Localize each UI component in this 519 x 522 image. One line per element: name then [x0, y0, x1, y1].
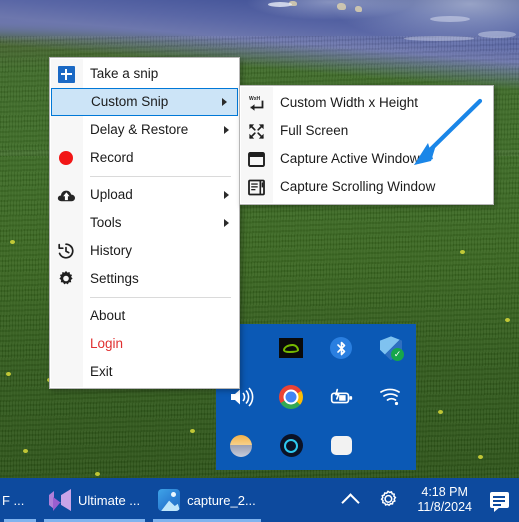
taskbar-button-label: Ultimate ... — [78, 492, 141, 508]
chevron-up-icon — [341, 493, 361, 512]
annotation-arrow — [414, 98, 483, 165]
cortana-icon[interactable] — [278, 433, 304, 459]
menu-separator — [90, 176, 231, 177]
flower — [460, 250, 465, 254]
flower — [505, 318, 510, 322]
history-clock-icon — [56, 241, 76, 261]
plus-square-icon — [56, 64, 76, 84]
ridge-rock — [355, 6, 362, 12]
scrolling-window-icon — [246, 177, 266, 197]
chevron-right-icon — [224, 219, 229, 227]
menu-item-label: Settings — [90, 271, 139, 287]
screen: ✓ Take a snip Custom Snip Delay & Restor… — [0, 0, 519, 522]
tray-settings-button[interactable] — [367, 478, 409, 522]
chevron-right-icon — [222, 98, 227, 106]
menu-item-tools[interactable]: Tools — [50, 209, 239, 237]
flower — [10, 240, 15, 244]
tray-context-menu[interactable]: Take a snip Custom Snip Delay & Restore … — [49, 57, 240, 389]
submenu-item-label: Full Screen — [280, 123, 349, 139]
menu-separator — [90, 297, 231, 298]
menu-item-label: History — [90, 243, 133, 259]
flower — [478, 455, 483, 459]
menu-item-label: Exit — [90, 364, 113, 380]
gear-icon — [56, 269, 76, 289]
white-app-icon[interactable] — [328, 433, 354, 459]
menu-item-label: Custom Snip — [91, 94, 169, 110]
battery-charging-icon[interactable] — [328, 384, 354, 410]
flower — [438, 410, 443, 414]
bluetooth-icon[interactable] — [328, 335, 354, 361]
wifi-icon[interactable] — [378, 384, 404, 410]
taskbar-button-label: capture_2... — [187, 492, 256, 508]
snow-patch — [478, 31, 516, 38]
system-tray-flyout[interactable]: ✓ — [216, 324, 416, 470]
window-frame-icon — [246, 149, 266, 169]
show-hidden-icons-button[interactable] — [334, 478, 367, 522]
flower — [6, 372, 11, 376]
visual-studio-icon — [49, 489, 71, 511]
taskbar-button-capture[interactable]: capture_2... — [149, 478, 265, 522]
clock-date: 11/8/2024 — [417, 500, 472, 514]
windows-security-icon[interactable]: ✓ — [378, 335, 404, 362]
menu-item-label: Login — [90, 336, 124, 352]
notification-icon — [490, 492, 509, 512]
menu-item-login[interactable]: Login — [50, 330, 239, 358]
menu-item-label: Record — [90, 150, 134, 166]
taskbar-system-tray[interactable]: 4:18 PM 11/8/2024 — [334, 478, 519, 522]
menu-item-label: Tools — [90, 215, 122, 231]
menu-item-label: Delay & Restore — [90, 122, 189, 138]
action-center-button[interactable] — [480, 478, 519, 522]
snow-patch — [268, 2, 292, 7]
empty-slot-2 — [378, 433, 404, 459]
menu-item-custom-snip[interactable]: Custom Snip — [51, 88, 238, 116]
menu-item-delay-and-restore[interactable]: Delay & Restore — [50, 116, 239, 144]
width-height-enter-icon: WxH — [246, 93, 266, 113]
taskbar-button-truncated[interactable]: F ... — [0, 478, 40, 522]
chevron-right-icon — [224, 126, 229, 134]
submenu-item-label: Custom Width x Height — [280, 95, 419, 111]
flower — [23, 449, 28, 453]
flower — [190, 429, 195, 433]
menu-item-record[interactable]: Record — [50, 144, 239, 172]
flower — [95, 472, 100, 476]
submenu-item-label: Capture Scrolling Window — [280, 179, 436, 195]
menu-item-label: Upload — [90, 187, 133, 203]
menu-item-upload[interactable]: Upload — [50, 181, 239, 209]
menu-item-label: Take a snip — [90, 66, 159, 82]
menu-item-take-a-snip[interactable]: Take a snip — [50, 60, 239, 88]
menu-item-history[interactable]: History — [50, 237, 239, 265]
submenu-item-label: Capture Active Window — [280, 151, 420, 167]
menu-item-label: About — [90, 308, 126, 324]
google-chrome-icon[interactable] — [278, 384, 304, 410]
fullscreen-expand-icon — [246, 121, 266, 141]
snow-patch — [404, 36, 474, 41]
gear-icon — [380, 490, 397, 507]
record-dot-icon — [56, 148, 76, 168]
taskbar[interactable]: F ... Ultimate ... capture_2... 4:18 PM … — [0, 478, 519, 522]
svg-text:WxH: WxH — [249, 96, 261, 102]
menu-item-settings[interactable]: Settings — [50, 265, 239, 293]
photos-app-icon — [158, 489, 181, 511]
weather-icon[interactable] — [228, 433, 254, 459]
clock-time: 4:18 PM — [421, 485, 468, 499]
menu-item-about[interactable]: About — [50, 302, 239, 330]
nvidia-settings-icon[interactable] — [278, 335, 304, 361]
taskbar-clock[interactable]: 4:18 PM 11/8/2024 — [409, 478, 480, 522]
snow-patch — [430, 16, 470, 22]
chevron-right-icon — [224, 191, 229, 199]
cloud-upload-icon — [56, 185, 76, 205]
ridge-rock — [337, 3, 346, 10]
taskbar-button-label: F ... — [2, 492, 25, 508]
menu-item-exit[interactable]: Exit — [50, 358, 239, 386]
taskbar-button-ultimate[interactable]: Ultimate ... — [40, 478, 149, 522]
